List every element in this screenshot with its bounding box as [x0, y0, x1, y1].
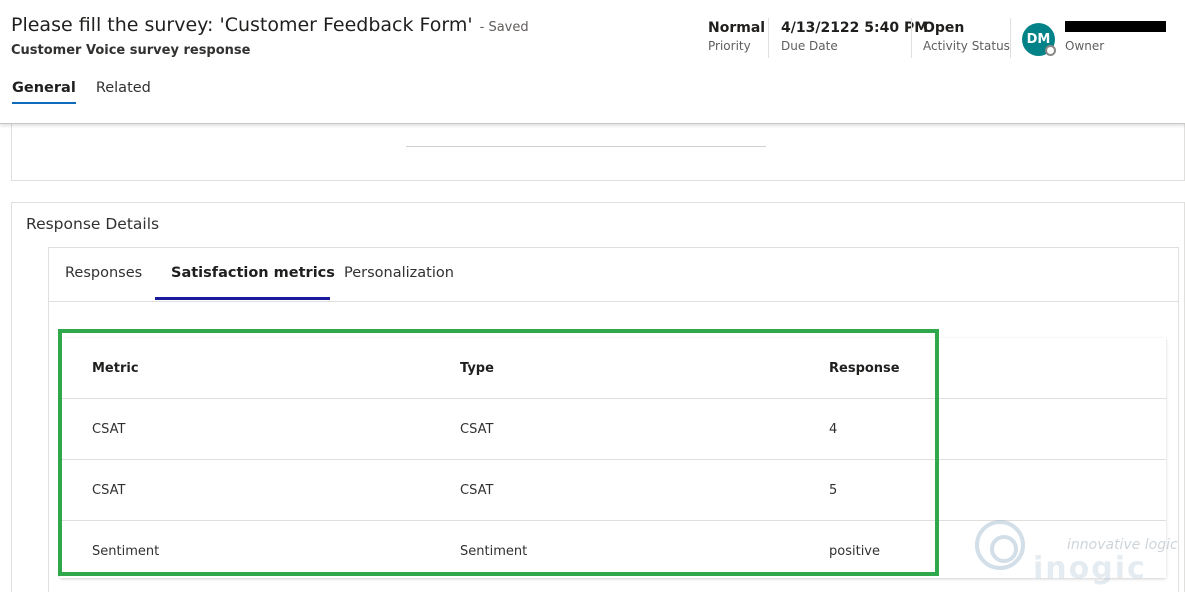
- header-divider: [1010, 18, 1011, 58]
- saved-status: - Saved: [479, 20, 529, 35]
- page-title: Please fill the survey: 'Customer Feedba…: [11, 14, 473, 36]
- record-subtitle: Customer Voice survey response: [11, 43, 251, 58]
- tab-responses[interactable]: Responses: [65, 265, 142, 281]
- grid-header-row: Metric Type Response: [60, 338, 1166, 399]
- cell-metric: CSAT: [92, 421, 126, 437]
- cell-response: 4: [829, 421, 838, 437]
- cell-type: CSAT: [460, 482, 494, 498]
- inogic-logo-icon: [975, 520, 1025, 570]
- column-header-response[interactable]: Response: [829, 338, 900, 398]
- column-header-type[interactable]: Type: [460, 338, 494, 398]
- cell-response: 5: [829, 482, 838, 498]
- response-tab-list: Responses Satisfaction metrics Personali…: [49, 248, 1178, 302]
- activity-status-label: Activity Status: [923, 39, 1010, 53]
- owner-label: Owner: [1065, 39, 1105, 53]
- header-divider: [911, 18, 912, 58]
- activity-status-field[interactable]: Open Activity Status: [923, 18, 1010, 58]
- owner-name-redacted[interactable]: [1065, 21, 1166, 32]
- column-header-metric[interactable]: Metric: [92, 338, 139, 398]
- header-divider: [768, 18, 769, 58]
- previous-section: [11, 124, 1185, 181]
- presence-status-icon: [1045, 45, 1056, 56]
- cell-metric: Sentiment: [92, 543, 160, 559]
- tab-personalization[interactable]: Personalization: [344, 265, 454, 281]
- title-row: Please fill the survey: 'Customer Feedba…: [11, 14, 529, 36]
- watermark-brand: inogic: [1033, 551, 1147, 586]
- priority-field[interactable]: Normal Priority: [708, 18, 765, 58]
- cell-type: Sentiment: [460, 543, 528, 559]
- priority-label: Priority: [708, 39, 751, 53]
- tab-satisfaction-metrics[interactable]: Satisfaction metrics: [171, 265, 335, 281]
- cell-response: positive: [829, 543, 880, 559]
- active-tab-indicator: [155, 297, 330, 300]
- cell-type: CSAT: [460, 421, 494, 437]
- activity-status-value: Open: [923, 20, 965, 36]
- field-divider: [406, 146, 766, 147]
- tab-general[interactable]: General: [12, 80, 76, 104]
- due-date-value: 4/13/2122 5:40 PM: [781, 20, 929, 36]
- table-row[interactable]: CSAT CSAT 5: [60, 460, 1166, 521]
- record-header: Please fill the survey: 'Customer Feedba…: [0, 0, 1185, 124]
- priority-value: Normal: [708, 20, 766, 36]
- due-date-label: Due Date: [781, 39, 838, 53]
- inogic-watermark: innovative logic inogic: [975, 517, 1178, 586]
- table-row[interactable]: CSAT CSAT 4: [60, 399, 1166, 460]
- form-tabs: General Related: [12, 80, 151, 104]
- due-date-field[interactable]: 4/13/2122 5:40 PM Due Date: [781, 18, 928, 58]
- section-title: Response Details: [26, 215, 160, 233]
- tab-related[interactable]: Related: [96, 80, 151, 103]
- cell-metric: CSAT: [92, 482, 126, 498]
